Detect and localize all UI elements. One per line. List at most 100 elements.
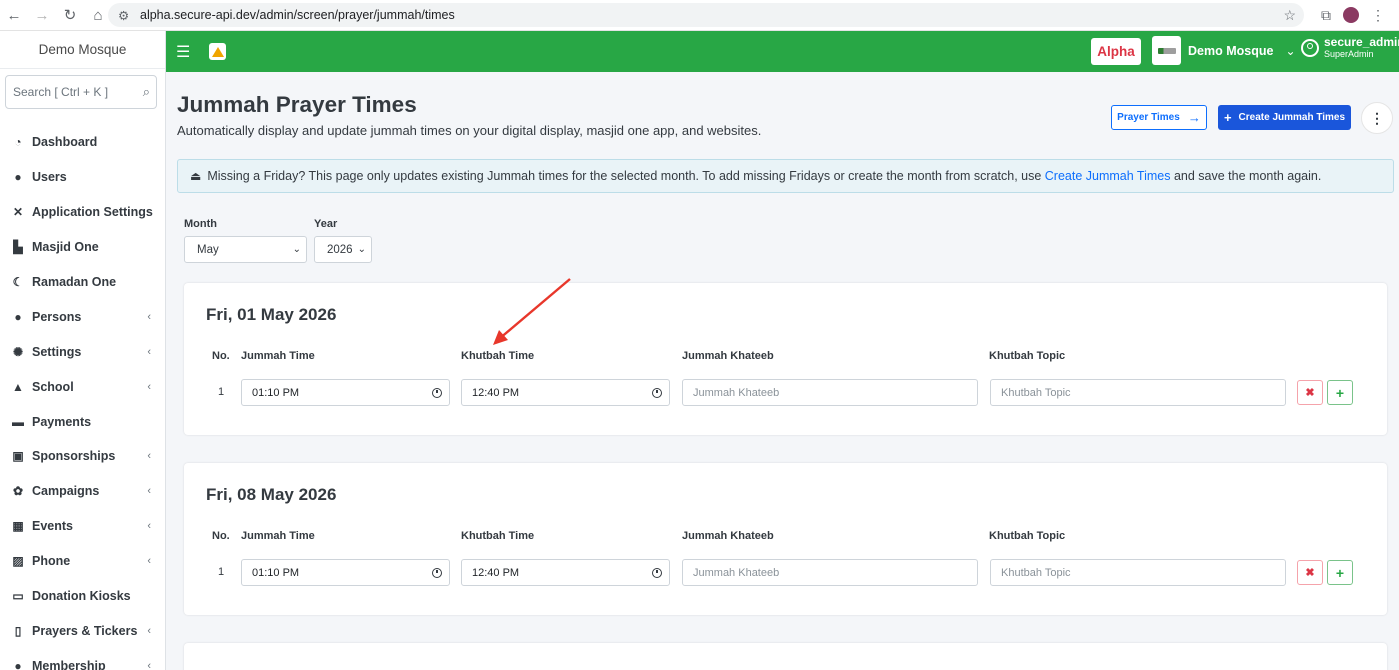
sidebar-item[interactable]: ▨ Phone ‹ bbox=[0, 544, 165, 579]
col-header-khateeb: Jummah Khateeb bbox=[682, 350, 774, 362]
friday-card: Fri, 08 May 2026 No. Jummah Time Khutbah Ti… bbox=[184, 463, 1387, 615]
clock-icon[interactable] bbox=[432, 387, 442, 398]
search-icon: ⌕ bbox=[142, 84, 150, 99]
add-row-button[interactable]: + bbox=[1327, 560, 1353, 585]
chevron-left-icon: ‹ bbox=[147, 624, 151, 637]
col-header-khutbah-time: Khutbah Time bbox=[461, 530, 535, 542]
mosque-name: Demo Mosque bbox=[1188, 43, 1274, 58]
mosque-logo bbox=[1152, 36, 1181, 65]
chevron-left-icon: ‹ bbox=[147, 659, 151, 670]
khutbah-time-input[interactable]: 12:40 PM bbox=[461, 559, 670, 586]
extensions-icon[interactable]: ⧉ bbox=[1321, 7, 1331, 24]
topic-input[interactable]: Khutbah Topic bbox=[990, 559, 1286, 586]
sidebar-item[interactable]: ◔ Dashboard bbox=[0, 125, 165, 160]
delete-row-button[interactable]: ✖ bbox=[1297, 560, 1323, 585]
url-text: alpha.secure-api.dev/admin/screen/prayer… bbox=[140, 8, 455, 22]
user-circle-icon bbox=[1301, 38, 1319, 57]
sidebar-search-input[interactable]: Search [ Ctrl + K ] ⌕ bbox=[5, 75, 157, 109]
warning-icon[interactable] bbox=[209, 43, 226, 60]
clock-icon[interactable] bbox=[432, 567, 442, 578]
sidebar-item-label: Settings bbox=[32, 344, 82, 359]
sidebar-item[interactable]: ▣ Sponsorships ‹ bbox=[0, 439, 165, 474]
info-alert: ⏏ Missing a Friday? This page only updat… bbox=[177, 159, 1394, 193]
add-row-button[interactable]: + bbox=[1327, 380, 1353, 405]
col-header-jummah-time: Jummah Time bbox=[241, 350, 315, 362]
khateeb-input[interactable]: Jummah Khateeb bbox=[682, 379, 978, 406]
friday-card bbox=[184, 643, 1387, 670]
khutbah-time-value: 12:40 PM bbox=[472, 386, 520, 399]
chevron-left-icon: ‹ bbox=[147, 310, 151, 323]
sidebar-item-label: Persons bbox=[32, 309, 82, 324]
tools-icon: ✕ bbox=[12, 205, 24, 220]
browser-menu-icon[interactable]: ⋮ bbox=[1371, 7, 1385, 24]
graduation-cap-icon: ▲ bbox=[12, 379, 24, 394]
delete-row-button[interactable]: ✖ bbox=[1297, 380, 1323, 405]
sidebar-item[interactable]: ● Users bbox=[0, 160, 165, 195]
clock-icon[interactable] bbox=[652, 567, 662, 578]
khutbah-time-input[interactable]: 12:40 PM bbox=[461, 379, 670, 406]
profile-avatar-icon[interactable] bbox=[1343, 7, 1359, 23]
sidebar-item[interactable]: ▭ Donation Kiosks bbox=[0, 579, 165, 614]
alert-text-before: Missing a Friday? This page only updates… bbox=[207, 169, 1045, 183]
friday-date: Fri, 01 May 2026 bbox=[206, 305, 337, 324]
user-menu[interactable]: secure_admin SuperAdmin bbox=[1301, 36, 1399, 59]
year-value: 2026 bbox=[327, 243, 353, 256]
sidebar-item[interactable]: ● Membership ‹ bbox=[0, 648, 165, 670]
sidebar-item[interactable]: ● Persons ‹ bbox=[0, 299, 165, 334]
sidebar-item[interactable]: ✿ Campaigns ‹ bbox=[0, 474, 165, 509]
alert-text-after: and save the month again. bbox=[1170, 169, 1322, 183]
prayer-times-button[interactable]: Prayer Times → bbox=[1111, 105, 1207, 130]
khateeb-placeholder: Jummah Khateeb bbox=[693, 566, 780, 579]
calendar-icon: ▦ bbox=[12, 519, 24, 534]
create-jummah-times-button[interactable]: + Create Jummah Times bbox=[1218, 105, 1351, 130]
sidebar-item[interactable]: ▙ Masjid One bbox=[0, 230, 165, 265]
topic-input[interactable]: Khutbah Topic bbox=[990, 379, 1286, 406]
sidebar-item-label: Donation Kiosks bbox=[32, 589, 131, 604]
mobile-icon: ▯ bbox=[14, 623, 22, 638]
year-select[interactable]: 2026 ⌄ bbox=[314, 236, 372, 263]
mosque-switcher[interactable]: Demo Mosque ⌄ bbox=[1152, 36, 1296, 65]
chevron-left-icon: ‹ bbox=[147, 520, 151, 533]
users-icon: ● bbox=[14, 309, 22, 324]
sidebar-brand[interactable]: Demo Mosque bbox=[0, 31, 165, 69]
alert-text: Missing a Friday? This page only updates… bbox=[207, 169, 1321, 183]
site-settings-icon[interactable]: ⚙ bbox=[118, 8, 132, 23]
user-role: SuperAdmin bbox=[1324, 49, 1374, 59]
chevron-down-icon: ⌄ bbox=[292, 244, 301, 255]
year-label: Year bbox=[314, 218, 338, 230]
arrow-right-icon: → bbox=[1187, 110, 1201, 125]
jummah-time-value: 01:10 PM bbox=[252, 566, 300, 579]
sidebar-item[interactable]: ✺ Settings ‹ bbox=[0, 334, 165, 369]
sidebar-item[interactable]: ▯ Prayers & Tickers ‹ bbox=[0, 613, 165, 648]
back-arrow-icon[interactable]: ← bbox=[0, 1, 28, 29]
jummah-time-input[interactable]: 01:10 PM bbox=[241, 559, 450, 586]
sidebar-item[interactable]: ▬ Payments bbox=[0, 404, 165, 439]
sidebar-item[interactable]: ▲ School ‹ bbox=[0, 369, 165, 404]
khateeb-placeholder: Jummah Khateeb bbox=[693, 386, 780, 399]
khateeb-input[interactable]: Jummah Khateeb bbox=[682, 559, 978, 586]
address-bar[interactable]: ⚙ alpha.secure-api.dev/admin/screen/pray… bbox=[108, 3, 1304, 27]
page-title: Jummah Prayer Times bbox=[177, 92, 417, 117]
more-options-icon[interactable]: ⋮ bbox=[1361, 102, 1393, 134]
create-jummah-times-link[interactable]: Create Jummah Times bbox=[1045, 169, 1171, 183]
reload-icon[interactable]: ↻ bbox=[56, 1, 84, 29]
annotation-arrow-line bbox=[498, 278, 571, 340]
topic-placeholder: Khutbah Topic bbox=[1001, 566, 1071, 579]
month-select[interactable]: May ⌄ bbox=[184, 236, 307, 263]
forward-arrow-icon[interactable]: → bbox=[28, 1, 56, 29]
jummah-time-input[interactable]: 01:10 PM bbox=[241, 379, 450, 406]
col-header-khateeb: Jummah Khateeb bbox=[682, 530, 774, 542]
phone-icon: ▨ bbox=[12, 554, 24, 569]
chevron-left-icon: ‹ bbox=[147, 345, 151, 358]
sponsorship-icon: ▣ bbox=[12, 449, 24, 464]
chevron-down-icon: ⌄ bbox=[1285, 43, 1296, 58]
chevron-left-icon: ‹ bbox=[147, 450, 151, 463]
sidebar-item[interactable]: ☾ Ramadan One bbox=[0, 265, 165, 300]
clock-icon[interactable] bbox=[652, 387, 662, 398]
topic-placeholder: Khutbah Topic bbox=[1001, 386, 1071, 399]
menu-toggle-icon[interactable]: ☰ bbox=[176, 42, 192, 62]
sidebar-item-label: School bbox=[32, 379, 74, 394]
sidebar-item[interactable]: ▦ Events ‹ bbox=[0, 509, 165, 544]
sidebar-item[interactable]: ✕ Application Settings bbox=[0, 195, 165, 230]
bookmark-star-icon[interactable]: ☆ bbox=[1283, 7, 1296, 24]
